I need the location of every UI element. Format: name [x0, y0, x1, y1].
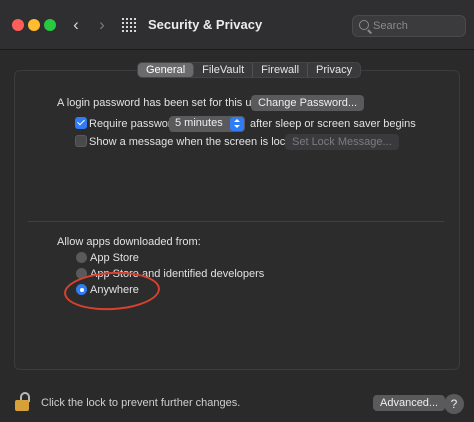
- lock-status-text: Click the lock to prevent further change…: [41, 397, 241, 409]
- allow-apps-label: Allow apps downloaded from:: [57, 236, 201, 248]
- require-password-label: Require password: [89, 118, 178, 130]
- general-panel: [14, 70, 460, 370]
- login-password-text: A login password has been set for this u…: [57, 97, 267, 109]
- preferences-window: ‹ › Security & Privacy General FileVault…: [0, 0, 474, 422]
- set-lock-message-button[interactable]: Set Lock Message...: [285, 134, 399, 150]
- minimize-window-button[interactable]: [28, 19, 40, 31]
- password-delay-select[interactable]: 5 minutes: [169, 116, 245, 132]
- search-icon: [359, 20, 369, 30]
- tab-general[interactable]: General: [138, 63, 195, 77]
- require-password-suffix: after sleep or screen saver begins: [250, 118, 416, 130]
- tab-privacy[interactable]: Privacy: [308, 63, 360, 77]
- tab-firewall[interactable]: Firewall: [253, 63, 309, 77]
- show-all-grid-icon[interactable]: [122, 18, 136, 32]
- radio-app-store[interactable]: [76, 252, 87, 263]
- show-message-label: Show a message when the screen is locked: [89, 136, 304, 148]
- help-button[interactable]: ?: [444, 394, 464, 414]
- title-bar: ‹ › Security & Privacy: [0, 0, 474, 50]
- section-divider: [28, 221, 444, 222]
- tab-bar: General FileVault Firewall Privacy: [137, 62, 362, 78]
- change-password-button[interactable]: Change Password...: [251, 95, 365, 111]
- back-arrow-icon[interactable]: ‹: [67, 15, 85, 35]
- lock-icon[interactable]: [15, 392, 31, 412]
- require-password-checkbox[interactable]: [75, 117, 87, 129]
- window-title: Security & Privacy: [148, 17, 263, 32]
- select-arrows-icon: [230, 117, 244, 131]
- search-input[interactable]: [373, 18, 461, 34]
- close-window-button[interactable]: [12, 19, 24, 31]
- radio-app-store-label: App Store: [90, 252, 139, 264]
- tab-filevault[interactable]: FileVault: [194, 63, 254, 77]
- advanced-button[interactable]: Advanced...: [373, 395, 446, 411]
- show-message-checkbox[interactable]: [75, 135, 87, 147]
- forward-arrow-icon[interactable]: ›: [93, 15, 111, 35]
- password-delay-value: 5 minutes: [175, 117, 223, 129]
- search-field[interactable]: [352, 15, 466, 37]
- zoom-window-button[interactable]: [44, 19, 56, 31]
